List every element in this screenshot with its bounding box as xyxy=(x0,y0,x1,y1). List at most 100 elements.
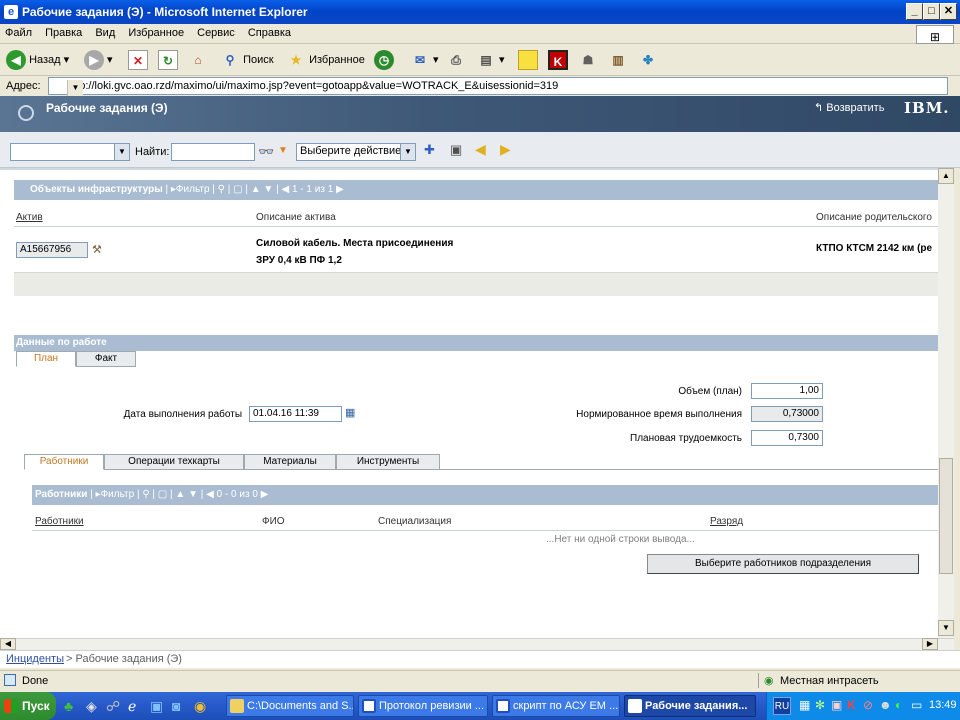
search-button[interactable]: ⚲ Поиск xyxy=(220,49,274,71)
start-button[interactable]: Пуск xyxy=(0,692,56,720)
back-button[interactable]: ◀ Назад ▾ xyxy=(6,49,69,71)
query-select[interactable]: ▼ xyxy=(10,143,130,161)
clock[interactable]: 13:49 xyxy=(929,699,957,711)
taskbar-item-word-script[interactable]: скрипт по АСУ ЕМ ... xyxy=(492,695,620,717)
scroll-down-icon[interactable]: ▼ xyxy=(938,620,954,636)
ie-page-icon xyxy=(628,699,642,713)
save-icon[interactable]: ▣ xyxy=(450,142,462,158)
col-parent-desc: Описание родительского xyxy=(816,212,932,223)
tray-alert-icon[interactable]: ⊘ xyxy=(863,698,873,712)
address-url: http://loki.gvc.oao.rzd/maximo/ui/maximo… xyxy=(67,80,559,92)
menu-help[interactable]: Справка xyxy=(243,24,296,42)
workers-section-title: Работники xyxy=(35,489,88,500)
horizontal-scrollbar[interactable]: ◀ ▶ xyxy=(0,638,954,650)
tab-workers[interactable]: Работники xyxy=(24,454,104,470)
tab-plan[interactable]: План xyxy=(16,351,76,367)
tray-security-icon[interactable]: ▭ xyxy=(911,698,922,712)
date-field[interactable]: 01.04.16 11:39 xyxy=(249,406,342,422)
col-asset[interactable]: Актив xyxy=(16,212,43,223)
history-button[interactable]: ◷ xyxy=(374,49,394,71)
next-page-icon[interactable]: ▶ xyxy=(258,489,269,500)
maximize-button[interactable]: □ xyxy=(923,3,940,20)
scroll-up-icon[interactable]: ▲ xyxy=(938,168,954,184)
forward-button[interactable]: ▶ ▾ xyxy=(84,49,113,71)
breadcrumb-link[interactable]: Инциденты xyxy=(6,653,64,665)
tray-gear-icon[interactable]: ✻ xyxy=(815,698,825,712)
favorites-button[interactable]: ★ Избранное xyxy=(286,49,365,71)
notes-button[interactable] xyxy=(518,49,538,71)
menu-favorites[interactable]: Избранное xyxy=(123,24,189,42)
return-link[interactable]: ↰ Возвратить xyxy=(814,101,884,114)
taskbar-item-ie-active[interactable]: Рабочие задания... xyxy=(624,695,756,717)
asset-detail-icon[interactable]: ⚒ xyxy=(92,243,102,256)
next-record-icon[interactable]: ▶ xyxy=(500,141,511,158)
menu-view[interactable]: Вид xyxy=(90,24,120,42)
labor-field[interactable]: 0,7300 xyxy=(751,430,823,446)
quicklaunch-media-icon[interactable]: ◉ xyxy=(194,698,206,715)
menu-edit[interactable]: Правка xyxy=(40,24,87,42)
workers-filter-link[interactable]: Фильтр xyxy=(101,489,135,500)
select-workers-button[interactable]: Выберите работников подразделения xyxy=(647,554,919,574)
kaspersky-button[interactable]: K xyxy=(548,49,568,71)
tray-agent-icon[interactable]: ☻ xyxy=(879,698,892,712)
action-select[interactable]: Выберите действие ▼ xyxy=(296,143,416,161)
menu-file[interactable]: Файл xyxy=(0,24,37,42)
research-button[interactable]: ▥ xyxy=(608,49,628,71)
tab-materials[interactable]: Материалы xyxy=(244,454,336,470)
vertical-scrollbar[interactable]: ▲ ▼ xyxy=(938,168,954,638)
scroll-left-icon[interactable]: ◀ xyxy=(0,638,16,650)
star-icon: ★ xyxy=(290,53,302,68)
assets-filter-link[interactable]: Фильтр xyxy=(176,184,210,195)
word-doc-icon xyxy=(496,699,510,713)
tray-monitor-icon[interactable]: ▣ xyxy=(831,698,842,712)
menu-tools[interactable]: Сервис xyxy=(192,24,240,42)
workers-section-header: Работники | ▸Фильтр | ⚲ | ▢ | ▲ ▼ | ◀ 0 … xyxy=(32,485,938,505)
col-grade[interactable]: Разряд xyxy=(710,516,743,527)
quicklaunch-ie-icon[interactable]: ℯ xyxy=(128,698,136,715)
taskbar-item-explorer[interactable]: C:\Documents and S... xyxy=(226,695,354,717)
tray-network-icon[interactable]: ▦ xyxy=(799,698,810,712)
minimize-button[interactable]: _ xyxy=(906,3,923,20)
scroll-thumb[interactable] xyxy=(939,458,953,574)
msn-button[interactable]: ✤ xyxy=(638,49,658,71)
asset-desc-line2: ЗРУ 0,4 кВ ПФ 1,2 xyxy=(256,255,342,266)
scroll-right-icon[interactable]: ▶ xyxy=(922,638,938,650)
home-button[interactable]: ⌂ xyxy=(188,49,208,71)
quicklaunch-tree-icon[interactable]: ♣ xyxy=(64,698,73,714)
next-page-icon[interactable]: ▶ xyxy=(333,184,344,195)
asset-field[interactable]: А15667956 xyxy=(16,242,88,258)
tab-fact[interactable]: Факт xyxy=(76,351,136,367)
find-input[interactable] xyxy=(171,143,255,161)
quicklaunch-network-icon[interactable]: ◈ xyxy=(86,698,97,715)
tray-kaspersky-icon[interactable]: K xyxy=(847,698,856,712)
col-worker[interactable]: Работники xyxy=(35,516,84,527)
refresh-button[interactable]: ↻ xyxy=(158,49,178,71)
taskbar-item-word-protocol[interactable]: Протокол ревизии ... xyxy=(358,695,488,717)
quicklaunch-outlook-icon[interactable]: ◙ xyxy=(172,698,180,714)
tab-tools[interactable]: Инструменты xyxy=(336,454,440,470)
ibm-logo: IBM. xyxy=(904,99,950,117)
binoculars-icon[interactable]: 👓 xyxy=(258,144,274,160)
messenger-button[interactable]: ☗ xyxy=(578,49,598,71)
maximo-logo-icon xyxy=(18,105,34,121)
assets-pager: 1 - 1 из 1 xyxy=(291,184,334,195)
edit-button[interactable]: ▤ ▾ xyxy=(476,49,504,71)
language-indicator[interactable]: RU xyxy=(773,697,791,715)
mail-button[interactable]: ✉ ▾ xyxy=(410,49,439,71)
close-button[interactable]: ✕ xyxy=(940,3,957,20)
calendar-icon[interactable]: ▦ xyxy=(345,406,355,419)
quicklaunch-link-icon[interactable]: ☍ xyxy=(106,698,120,715)
stop-button[interactable]: ✕ xyxy=(128,49,148,71)
filter-menu-icon[interactable]: ▼ xyxy=(278,145,288,156)
tab-operations[interactable]: Операции техкарты xyxy=(104,454,244,470)
address-dropdown-icon[interactable]: ▼ xyxy=(67,80,83,96)
assets-section-header: Объекты инфраструктуры | ▸Фильтр | ⚲ | ▢… xyxy=(14,180,938,200)
volume-field[interactable]: 1,00 xyxy=(751,383,823,399)
return-arrow-icon: ↰ xyxy=(814,102,824,114)
previous-record-icon[interactable]: ◀ xyxy=(475,141,486,158)
print-button[interactable]: ⎙ xyxy=(446,49,466,71)
tray-connection-icon[interactable]: ◐ xyxy=(895,698,902,712)
quicklaunch-desktop-icon[interactable]: ▣ xyxy=(150,698,163,715)
address-field[interactable]: http://loki.gvc.oao.rzd/maximo/ui/maximo… xyxy=(48,77,948,96)
new-record-icon[interactable]: ✚ xyxy=(424,142,435,158)
